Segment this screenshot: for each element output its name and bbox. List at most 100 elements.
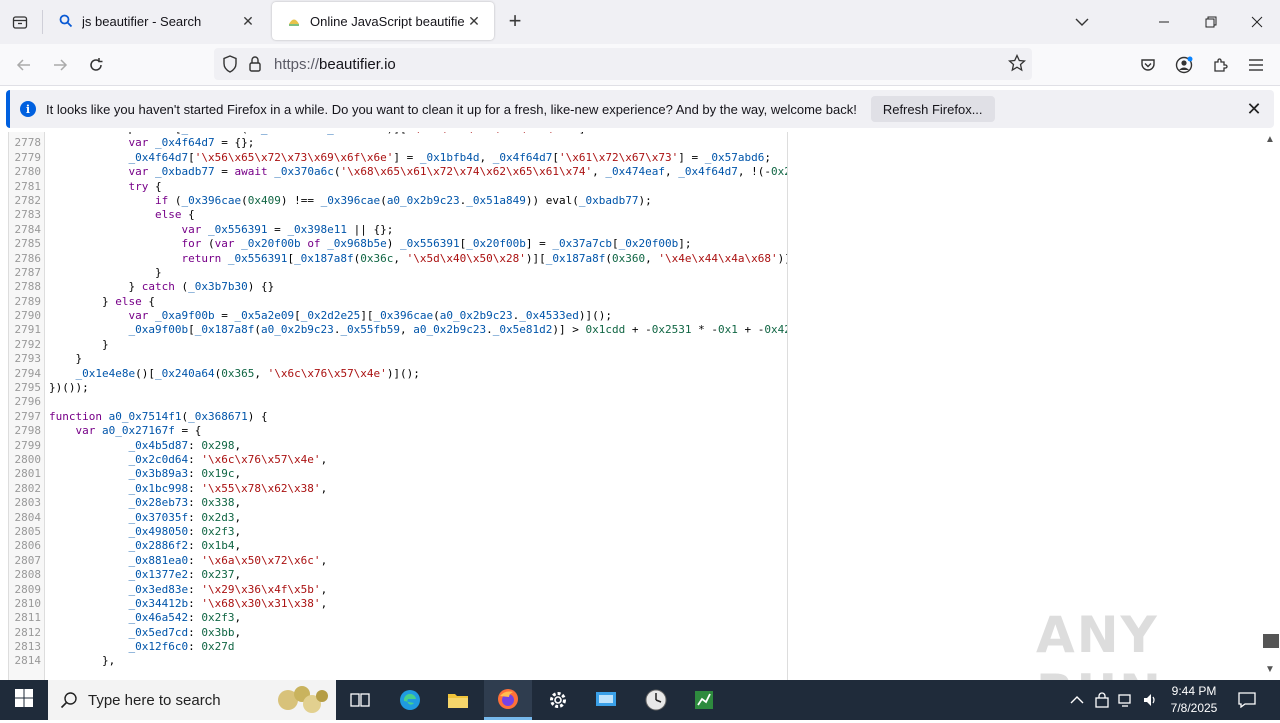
- show-hidden-icons-icon[interactable]: [1070, 680, 1084, 720]
- scroll-up-arrow-icon[interactable]: ▲: [1265, 134, 1275, 145]
- tab-beautifier[interactable]: Online JavaScript beautifier ✕: [272, 2, 494, 40]
- code-line[interactable]: 2785 for (var _0x20f00b of _0x968b5e) _0…: [9, 237, 787, 251]
- code-line[interactable]: 2797 function a0_0x7514f1(_0x368671) {: [9, 410, 787, 424]
- code-line[interactable]: 2782 if (_0x396cae(0x409) !== _0x396cae(…: [9, 194, 787, 208]
- close-tab-icon[interactable]: ✕: [238, 11, 258, 31]
- code-line[interactable]: 2795})());: [9, 381, 787, 395]
- code-line[interactable]: 2803 _0x28eb73: 0x338,: [9, 496, 787, 510]
- close-notification-icon[interactable]: ✕: [1244, 99, 1264, 119]
- code-line[interactable]: 2813 _0x12f6c0: 0x27d: [9, 640, 787, 654]
- code-text[interactable]: },: [45, 654, 115, 668]
- firefox-icon[interactable]: [484, 680, 532, 720]
- code-text[interactable]: var _0xa9f00b = _0x5a2e09[_0x2d2e25][_0x…: [45, 309, 612, 323]
- scroll-down-arrow-icon[interactable]: ▼: [1265, 664, 1275, 675]
- code-line[interactable]: 2791 _0xa9f00b[_0x187a8f(a0_0x2b9c23._0x…: [9, 323, 788, 337]
- code-text[interactable]: } else {: [45, 295, 155, 309]
- control-panel-icon[interactable]: [582, 680, 630, 720]
- new-tab-button[interactable]: +: [503, 10, 527, 34]
- code-text[interactable]: _0x1e4e8e()[_0x240a64(0x365, '\x6c\x76\x…: [45, 367, 420, 381]
- code-text[interactable]: _0x5ed7cd: 0x3bb,: [45, 626, 241, 640]
- code-text[interactable]: var _0x4f64d7 = {};: [45, 136, 254, 150]
- close-tab-icon[interactable]: ✕: [464, 11, 484, 31]
- code-area[interactable]: 2777 process[_0x396cae(a0_0x2b9c23._0x50…: [9, 132, 788, 669]
- close-window-icon[interactable]: [1245, 10, 1269, 34]
- code-line[interactable]: 2780 var _0xbadb77 = await _0x370a6c('\x…: [9, 165, 788, 179]
- code-line[interactable]: 2781 try {: [9, 180, 787, 194]
- task-view-icon[interactable]: [336, 680, 384, 720]
- notifications-icon[interactable]: [1238, 680, 1256, 720]
- code-text[interactable]: _0x498050: 0x2f3,: [45, 525, 241, 539]
- code-text[interactable]: _0x2c0d64: '\x6c\x76\x57\x4e',: [45, 453, 327, 467]
- code-line[interactable]: 2802 _0x1bc998: '\x55\x78\x62\x38',: [9, 482, 787, 496]
- file-explorer-icon[interactable]: [434, 680, 482, 720]
- code-line[interactable]: 2790 var _0xa9f00b = _0x5a2e09[_0x2d2e25…: [9, 309, 787, 323]
- code-text[interactable]: var _0x556391 = _0x398e11 || {};: [45, 223, 393, 237]
- code-text[interactable]: _0x881ea0: '\x6a\x50\x72\x6c',: [45, 554, 327, 568]
- network-icon[interactable]: [1118, 680, 1134, 720]
- scrollbar-thumb[interactable]: [1263, 634, 1279, 648]
- code-text[interactable]: if (_0x396cae(0x409) !== _0x396cae(a0_0x…: [45, 194, 652, 208]
- lock-icon[interactable]: [248, 55, 262, 78]
- extensions-icon[interactable]: [1208, 53, 1232, 77]
- volume-icon[interactable]: [1142, 680, 1158, 720]
- address-bar[interactable]: https:// beautifier.io: [214, 48, 1032, 80]
- refresh-firefox-button[interactable]: Refresh Firefox...: [870, 96, 995, 122]
- vpn-icon[interactable]: [1094, 680, 1110, 720]
- code-line[interactable]: 2798 var a0_0x27167f = {: [9, 424, 787, 438]
- code-text[interactable]: function a0_0x7514f1(_0x368671) {: [45, 410, 268, 424]
- code-text[interactable]: _0x1377e2: 0x237,: [45, 568, 241, 582]
- code-text[interactable]: _0x46a542: 0x2f3,: [45, 611, 241, 625]
- code-line[interactable]: 2812 _0x5ed7cd: 0x3bb,: [9, 626, 787, 640]
- chart-app-icon[interactable]: [680, 680, 728, 720]
- code-text[interactable]: for (var _0x20f00b of _0x968b5e) _0x5563…: [45, 237, 691, 251]
- start-button[interactable]: [0, 680, 48, 720]
- code-text[interactable]: [45, 395, 49, 409]
- tab-search[interactable]: js beautifier - Search ✕: [44, 2, 268, 40]
- code-line[interactable]: 2808 _0x1377e2: 0x237,: [9, 568, 787, 582]
- taskbar-clock[interactable]: 9:44 PM 7/8/2025: [1158, 683, 1230, 717]
- code-text[interactable]: }: [45, 266, 162, 280]
- code-text[interactable]: _0x37035f: 0x2d3,: [45, 511, 241, 525]
- code-text[interactable]: _0x12f6c0: 0x27d: [45, 640, 234, 654]
- account-icon[interactable]: [1172, 53, 1196, 77]
- code-text[interactable]: })());: [45, 381, 89, 395]
- code-line[interactable]: 2811 _0x46a542: 0x2f3,: [9, 611, 787, 625]
- code-text[interactable]: else {: [45, 208, 195, 222]
- code-line[interactable]: 2793 }: [9, 352, 787, 366]
- tab-list-icon[interactable]: [8, 10, 32, 34]
- code-line[interactable]: 2789 } else {: [9, 295, 787, 309]
- edge-icon[interactable]: [386, 680, 434, 720]
- list-all-tabs-icon[interactable]: [1070, 10, 1094, 34]
- code-text[interactable]: _0x3ed83e: '\x29\x36\x4f\x5b',: [45, 583, 327, 597]
- code-text[interactable]: var a0_0x27167f = {: [45, 424, 202, 438]
- clock-app-icon[interactable]: [632, 680, 680, 720]
- code-text[interactable]: _0x4b5d87: 0x298,: [45, 439, 241, 453]
- code-line[interactable]: 2792 }: [9, 338, 787, 352]
- forward-arrow-icon[interactable]: [48, 53, 72, 77]
- code-text[interactable]: }: [45, 352, 82, 366]
- code-text[interactable]: _0x2886f2: 0x1b4,: [45, 539, 241, 553]
- code-text[interactable]: _0x28eb73: 0x338,: [45, 496, 241, 510]
- code-text[interactable]: try {: [45, 180, 161, 194]
- page-scrollbar[interactable]: ▲ ▼: [1262, 132, 1280, 680]
- code-text[interactable]: return _0x556391[_0x187a8f(0x36c, '\x5d\…: [45, 252, 787, 266]
- code-text[interactable]: var _0xbadb77 = await _0x370a6c('\x68\x6…: [45, 165, 787, 179]
- bookmark-star-icon[interactable]: [1007, 53, 1027, 77]
- code-text[interactable]: _0x3b89a3: 0x19c,: [45, 467, 241, 481]
- code-text[interactable]: } catch (_0x3b7b30) {}: [45, 280, 274, 294]
- pocket-icon[interactable]: [1136, 53, 1160, 77]
- settings-gear-icon[interactable]: [534, 680, 582, 720]
- code-text[interactable]: _0x34412b: '\x68\x30\x31\x38',: [45, 597, 327, 611]
- code-line[interactable]: 2787 }: [9, 266, 787, 280]
- minimize-icon[interactable]: [1152, 10, 1176, 34]
- code-line[interactable]: 2814 },: [9, 654, 787, 668]
- code-line[interactable]: 2786 return _0x556391[_0x187a8f(0x36c, '…: [9, 252, 788, 266]
- code-line[interactable]: 2783 else {: [9, 208, 787, 222]
- shield-icon[interactable]: [222, 55, 238, 78]
- code-line[interactable]: 2805 _0x498050: 0x2f3,: [9, 525, 787, 539]
- code-line[interactable]: 2800 _0x2c0d64: '\x6c\x76\x57\x4e',: [9, 453, 787, 467]
- menu-icon[interactable]: [1244, 53, 1268, 77]
- code-line[interactable]: 2799 _0x4b5d87: 0x298,: [9, 439, 787, 453]
- code-line[interactable]: 2779 _0x4f64d7['\x56\x65\x72\x73\x69\x6f…: [9, 151, 787, 165]
- reload-icon[interactable]: [84, 53, 108, 77]
